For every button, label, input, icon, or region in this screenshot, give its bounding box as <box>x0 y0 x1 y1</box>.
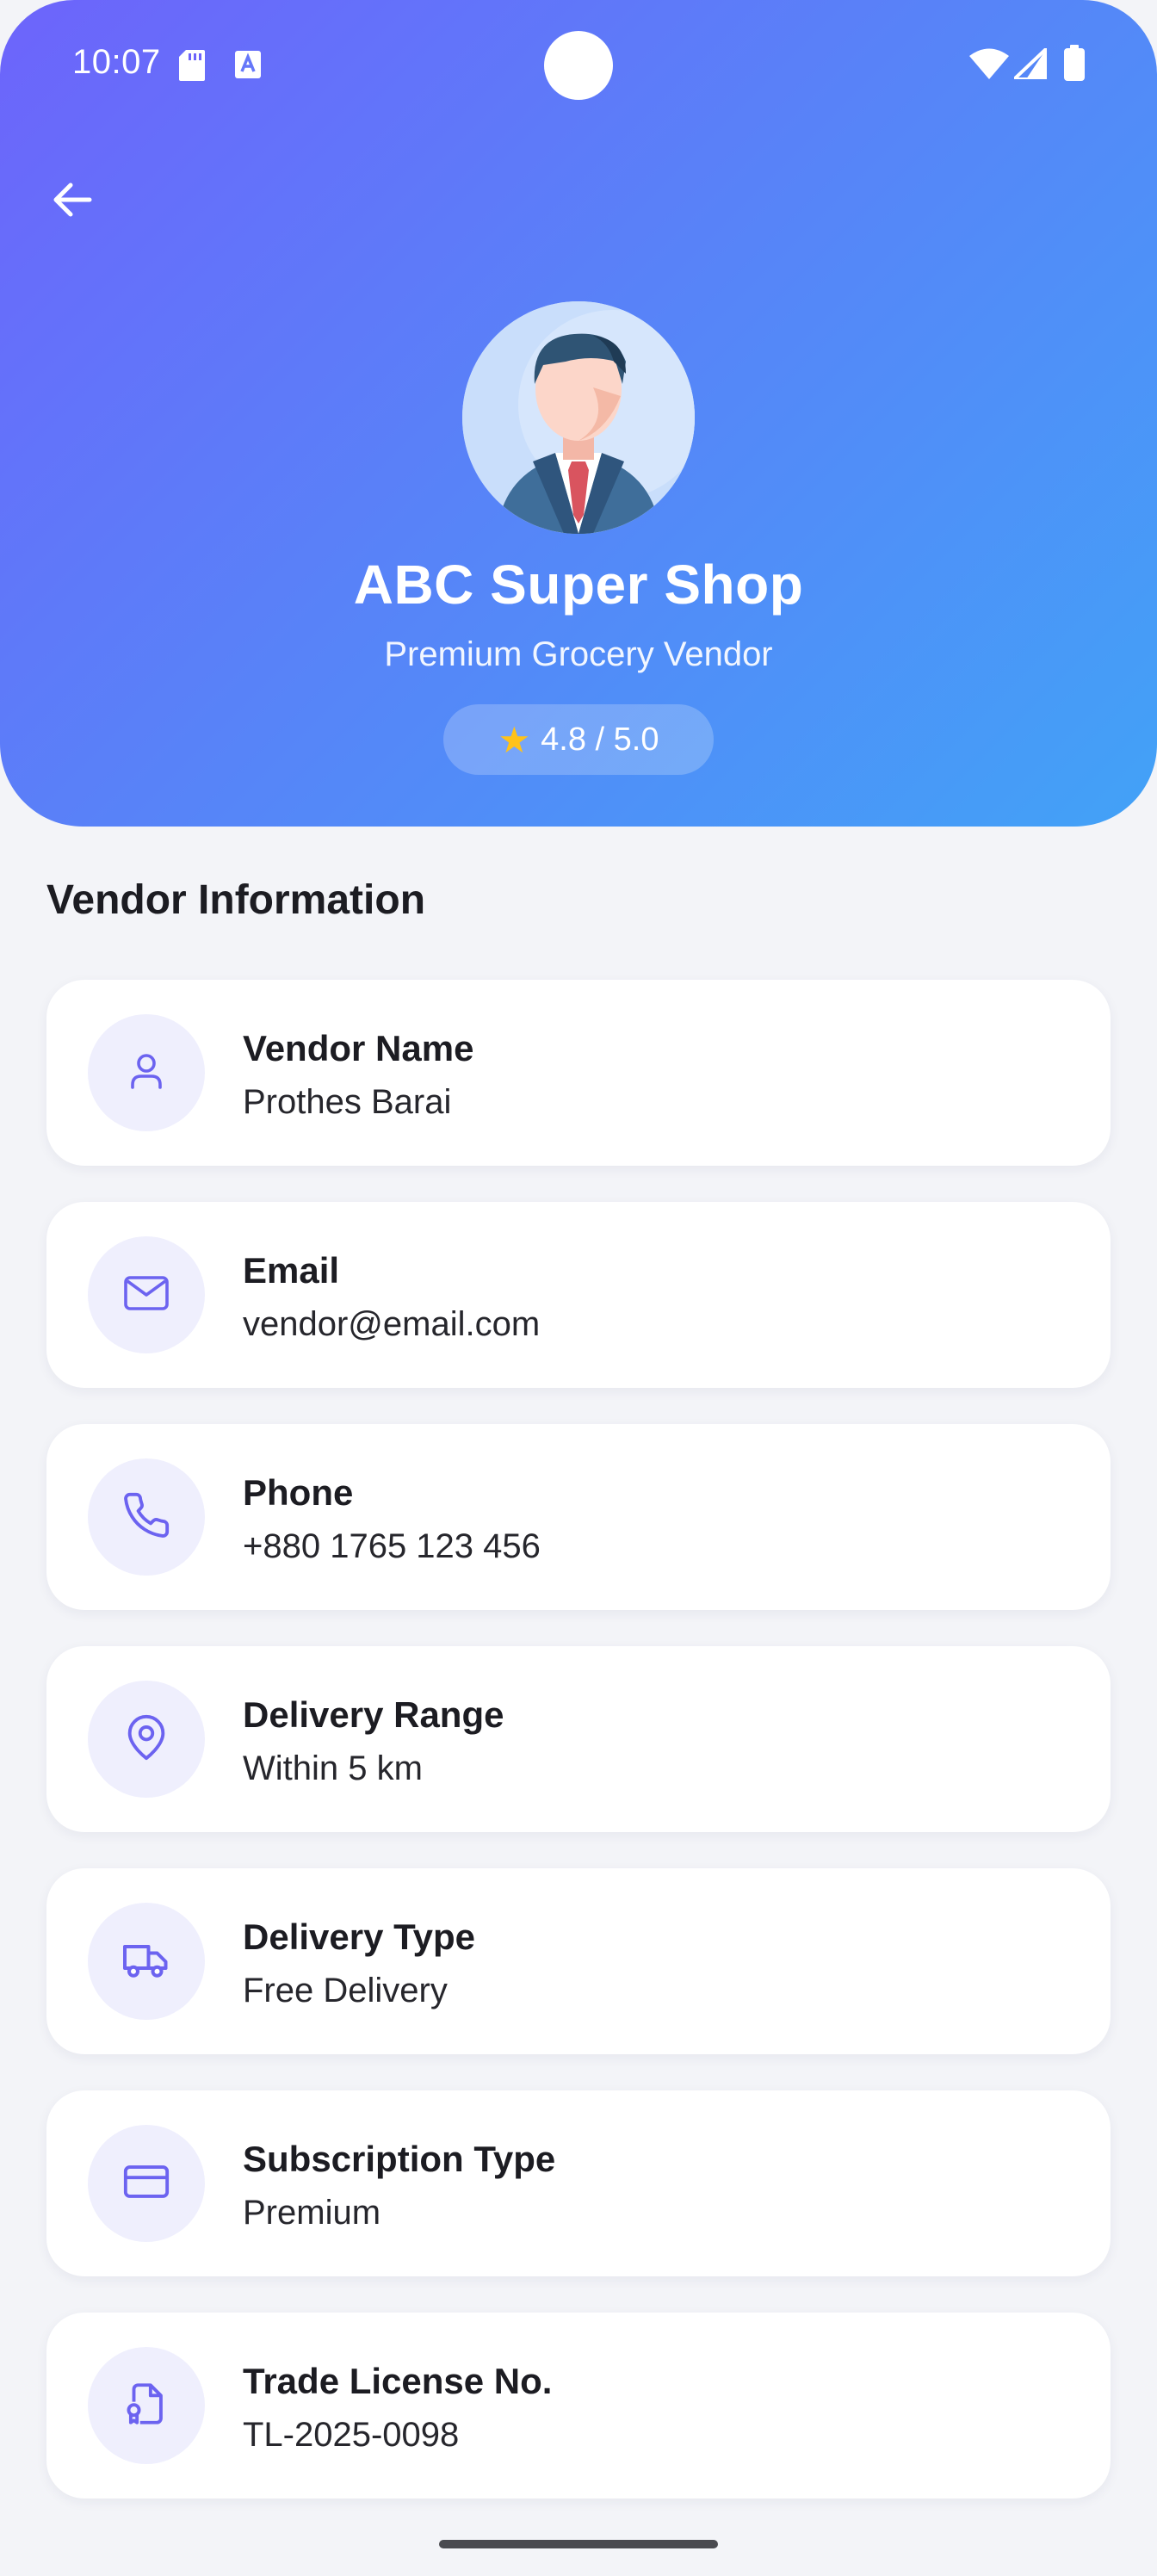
location-pin-icon <box>121 1712 171 1767</box>
info-card-delivery-type: Delivery Type Free Delivery <box>46 1868 1111 2054</box>
truck-icon <box>121 1934 172 1990</box>
icon-badge <box>88 1903 205 2020</box>
a-notification-icon <box>234 50 262 84</box>
info-card-trade-license: Trade License No. TL-2025-0098 <box>46 2313 1111 2499</box>
phone-screen: 10:07 ABC Super Shop Premium Grocery Ven… <box>0 0 1157 2576</box>
info-value: +880 1765 123 456 <box>243 1527 541 1565</box>
cell-signal-icon <box>1012 46 1049 84</box>
info-label: Trade License No. <box>243 2361 553 2401</box>
icon-badge <box>88 1458 205 1576</box>
icon-badge <box>88 2125 205 2242</box>
info-label: Phone <box>243 1472 354 1513</box>
section-title: Vendor Information <box>46 877 426 923</box>
icon-badge <box>88 2347 205 2464</box>
info-value: Premium <box>243 2194 381 2232</box>
info-label: Email <box>243 1250 340 1291</box>
info-value: Prothes Barai <box>243 1083 452 1121</box>
person-icon <box>124 1049 169 1098</box>
shop-name: ABC Super Shop <box>353 554 804 616</box>
rating-badge: ★ 4.8 / 5.0 <box>443 704 714 775</box>
sd-card-icon <box>179 50 205 85</box>
credit-card-icon <box>121 2157 171 2211</box>
icon-badge <box>88 1681 205 1798</box>
info-label: Delivery Range <box>243 1694 504 1735</box>
info-label: Subscription Type <box>243 2139 556 2179</box>
battery-icon <box>1064 45 1085 85</box>
status-bar: 10:07 <box>0 0 1157 129</box>
wifi-icon <box>969 48 1009 84</box>
home-indicator[interactable] <box>439 2540 718 2548</box>
mail-icon <box>121 1268 171 1322</box>
info-label: Vendor Name <box>243 1028 474 1068</box>
icon-badge <box>88 1236 205 1353</box>
profile-header: 10:07 ABC Super Shop Premium Grocery Ven… <box>0 0 1157 827</box>
arrow-left-icon <box>50 177 95 226</box>
info-value: vendor@email.com <box>243 1305 541 1343</box>
phone-icon <box>121 1490 171 1545</box>
license-document-icon <box>121 2379 171 2433</box>
info-card-subscription-type: Subscription Type Premium <box>46 2090 1111 2276</box>
info-label: Delivery Type <box>243 1917 476 1957</box>
front-camera <box>544 31 613 100</box>
info-value: TL-2025-0098 <box>243 2416 460 2454</box>
info-value: Within 5 km <box>243 1749 423 1787</box>
back-button[interactable] <box>34 164 110 239</box>
rating-value: 4.8 / 5.0 <box>541 721 659 758</box>
info-card-email: Email vendor@email.com <box>46 1202 1111 1388</box>
info-card-delivery-range: Delivery Range Within 5 km <box>46 1646 1111 1832</box>
info-value: Free Delivery <box>243 1972 448 2009</box>
vendor-avatar <box>462 301 695 534</box>
info-card-phone: Phone +880 1765 123 456 <box>46 1424 1111 1610</box>
star-icon: ★ <box>498 719 531 760</box>
vendor-info-list: Vendor Name Prothes Barai Email vendor@e… <box>46 980 1111 2535</box>
icon-badge <box>88 1014 205 1131</box>
status-time: 10:07 <box>72 43 161 81</box>
shop-subtitle: Premium Grocery Vendor <box>384 635 773 673</box>
info-card-vendor-name: Vendor Name Prothes Barai <box>46 980 1111 1166</box>
